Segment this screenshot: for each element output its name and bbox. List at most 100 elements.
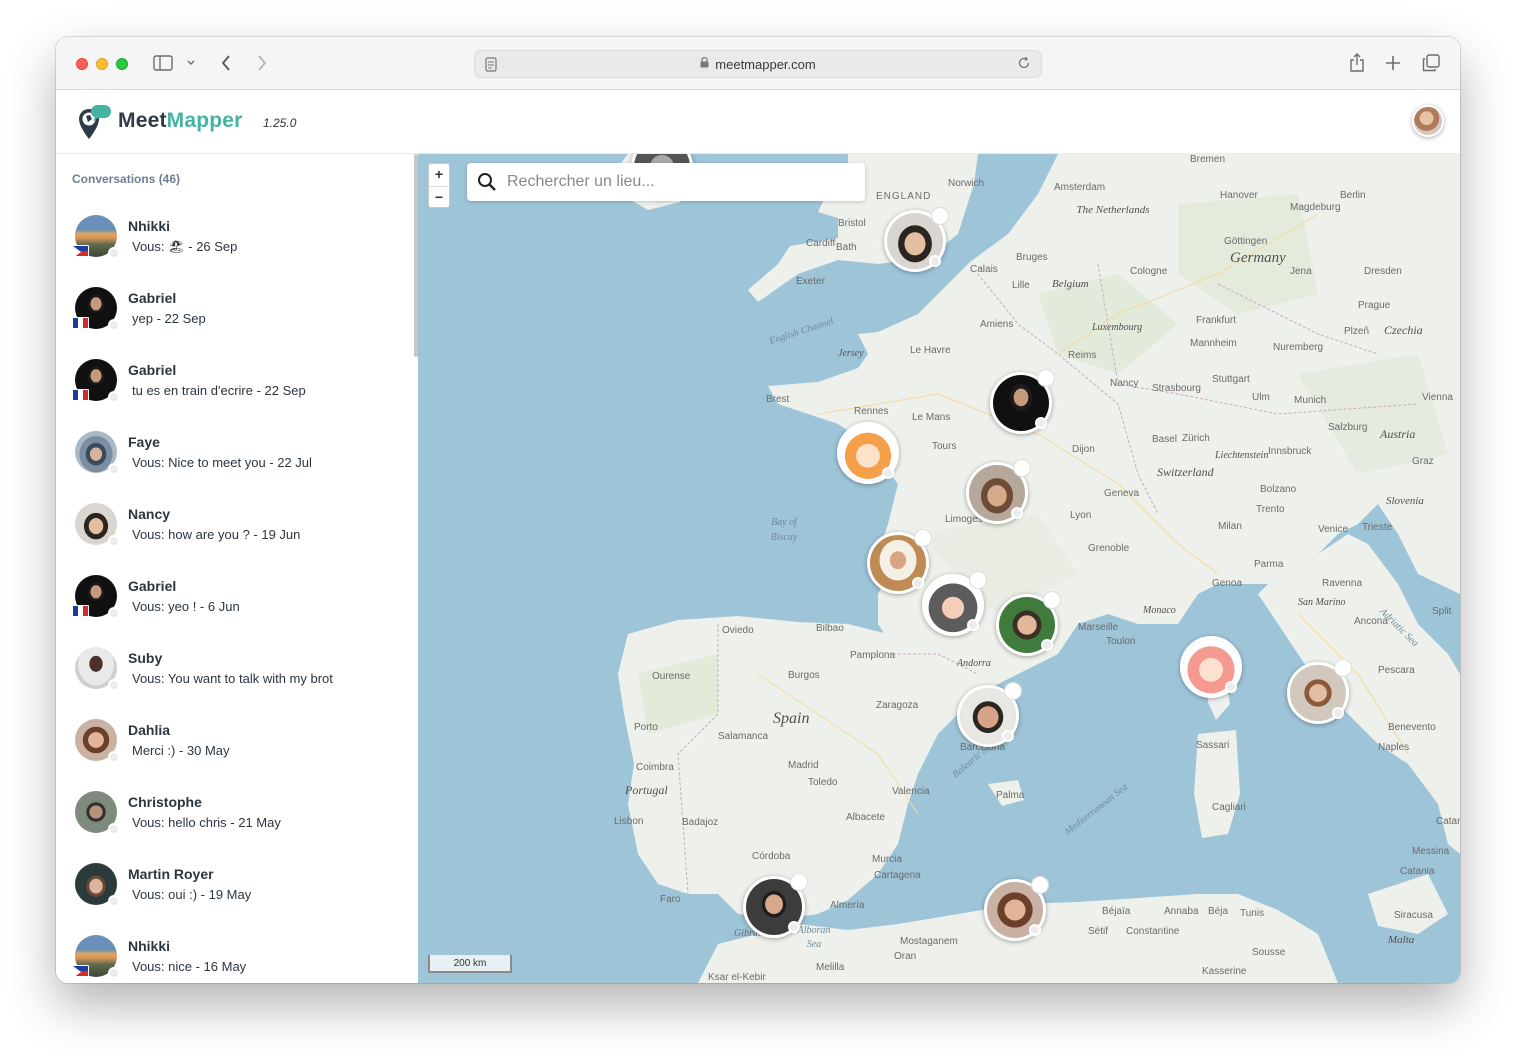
map-label: Constantine <box>1126 926 1180 937</box>
conversation-name: Gabriel <box>128 578 177 594</box>
map-label: Czechia <box>1384 323 1423 337</box>
map-label: Tours <box>932 441 957 452</box>
status-indicator <box>108 607 120 619</box>
map-label: Portugal <box>625 783 668 797</box>
user-map-pin[interactable] <box>957 682 1022 747</box>
conversation-item[interactable]: Martin Royer Vous: oui :) - 19 May <box>56 854 414 926</box>
conversation-name: Nancy <box>128 506 171 522</box>
user-map-pin[interactable] <box>743 873 808 938</box>
map-label: Stuttgart <box>1212 374 1250 385</box>
map-label: Salzburg <box>1328 422 1368 433</box>
conversation-item[interactable]: Nhikki Vous: 🏖 - 26 Sep <box>56 206 414 278</box>
map-label: Catanzaro <box>1436 816 1460 827</box>
flag-icon <box>72 965 89 977</box>
map-label: Béja <box>1208 906 1229 917</box>
map-label: Naples <box>1378 742 1410 753</box>
map-label: Catania <box>1400 866 1435 877</box>
search-input[interactable] <box>507 172 847 192</box>
minimize-window-button[interactable] <box>96 58 108 70</box>
user-map-pin[interactable] <box>1180 636 1242 698</box>
reload-icon[interactable] <box>1017 56 1031 73</box>
user-map-pin[interactable] <box>922 571 987 636</box>
map-label: Mostaganem <box>900 936 958 947</box>
user-map-pin[interactable] <box>984 876 1049 941</box>
status-indicator <box>108 751 120 763</box>
map-label: Murcia <box>872 854 903 865</box>
conversation-item[interactable]: Gabriel tu es en train d'ecrire - 22 Sep <box>56 350 414 422</box>
forward-button[interactable] <box>252 51 272 75</box>
zoom-window-button[interactable] <box>116 58 128 70</box>
user-map-pin[interactable] <box>1287 659 1352 724</box>
map-label: Basel <box>1152 434 1178 445</box>
tab-overview-icon[interactable] <box>1420 51 1442 75</box>
map-label: Cartagena <box>874 870 921 881</box>
map-view[interactable]: ENGLAND Germany The Netherlands Belgium … <box>418 154 1460 983</box>
sidebar-toggle-icon[interactable] <box>152 51 174 75</box>
conversation-preview: tu es en train d'ecrire - 22 Sep <box>132 383 306 398</box>
map-label: Trieste <box>1362 522 1393 533</box>
conversation-item[interactable]: Nancy Vous: how are you ? - 19 Jun <box>56 494 414 566</box>
map-label: Amiens <box>980 319 1014 330</box>
zoom-control: + − <box>428 163 450 208</box>
user-map-pin[interactable] <box>996 591 1061 656</box>
map-label: Germany <box>1230 250 1286 266</box>
status-indicator <box>108 463 120 475</box>
conversation-item[interactable]: Faye Vous: Nice to meet you - 22 Jul <box>56 422 414 494</box>
status-indicator <box>108 895 120 907</box>
map-label: Norwich <box>948 178 985 189</box>
new-tab-icon[interactable] <box>1382 51 1404 75</box>
map-label: Bilbao <box>816 623 844 634</box>
map-label: Bremen <box>1190 154 1226 165</box>
map-label: Dresden <box>1364 266 1402 277</box>
user-map-pin[interactable] <box>884 207 949 272</box>
flag-icon <box>72 317 89 329</box>
map-label: Le Mans <box>912 412 951 423</box>
close-window-button[interactable] <box>76 58 88 70</box>
share-icon[interactable] <box>1346 51 1368 75</box>
map-label: Toledo <box>808 777 838 788</box>
user-map-pin[interactable] <box>867 529 932 594</box>
conversations-title: Conversations (46) <box>72 172 181 186</box>
map-label: Cagliari <box>1212 802 1246 813</box>
conversation-item[interactable]: Nhikki Vous: nice - 16 May <box>56 926 414 983</box>
map-label: Berlin <box>1340 190 1366 201</box>
user-map-pin[interactable] <box>837 422 899 484</box>
map-label: Coimbra <box>636 762 674 773</box>
back-button[interactable] <box>216 51 236 75</box>
conversation-item[interactable]: Gabriel Vous: yeo ! - 6 Jun <box>56 566 414 638</box>
status-indicator <box>108 967 120 979</box>
map-label: Rennes <box>854 406 889 417</box>
map-label: Austria <box>1380 427 1416 441</box>
zoom-in-button[interactable]: + <box>429 164 449 186</box>
map-label: Zaragoza <box>876 700 919 711</box>
app-brand[interactable]: MeetMapper <box>118 109 243 133</box>
map-scale: 200 km <box>428 955 512 973</box>
conversation-item[interactable]: Suby Vous: You want to talk with my brot <box>56 638 414 710</box>
conversation-preview: Vous: nice - 16 May <box>132 959 247 974</box>
map-label: Kasserine <box>1202 966 1247 977</box>
conversation-item[interactable]: Christophe Vous: hello chris - 21 May <box>56 782 414 854</box>
conversation-name: Nhikki <box>128 938 171 954</box>
user-map-pin[interactable] <box>966 459 1031 524</box>
chevron-down-icon[interactable] <box>184 51 198 75</box>
zoom-out-button[interactable]: − <box>429 186 449 208</box>
conversation-preview: Vous: how are you ? - 19 Jun <box>132 527 301 542</box>
map-label: Zürich <box>1182 433 1210 444</box>
map-label: Exeter <box>796 276 825 287</box>
map-label: Venice <box>1318 524 1349 535</box>
logo-icon[interactable] <box>76 103 112 141</box>
user-avatar[interactable] <box>1412 105 1444 137</box>
map-label: Switzerland <box>1157 465 1214 479</box>
conversation-name: Christophe <box>128 794 202 810</box>
map-label: Pamplona <box>850 650 896 661</box>
conversation-item[interactable]: Dahlia Merci :) - 30 May <box>56 710 414 782</box>
map-label: Burgos <box>788 670 820 681</box>
map-label: Dijon <box>1072 444 1095 455</box>
conversation-item[interactable]: Gabriel yep - 22 Sep <box>56 278 414 350</box>
address-bar[interactable]: meetmapper.com <box>474 50 1042 78</box>
brand-part2: Mapper <box>166 109 243 132</box>
map-label: Graz <box>1412 456 1434 467</box>
conversation-name: Gabriel <box>128 290 177 306</box>
map-label: Liechtenstein <box>1215 450 1269 461</box>
user-map-pin[interactable] <box>990 369 1055 434</box>
